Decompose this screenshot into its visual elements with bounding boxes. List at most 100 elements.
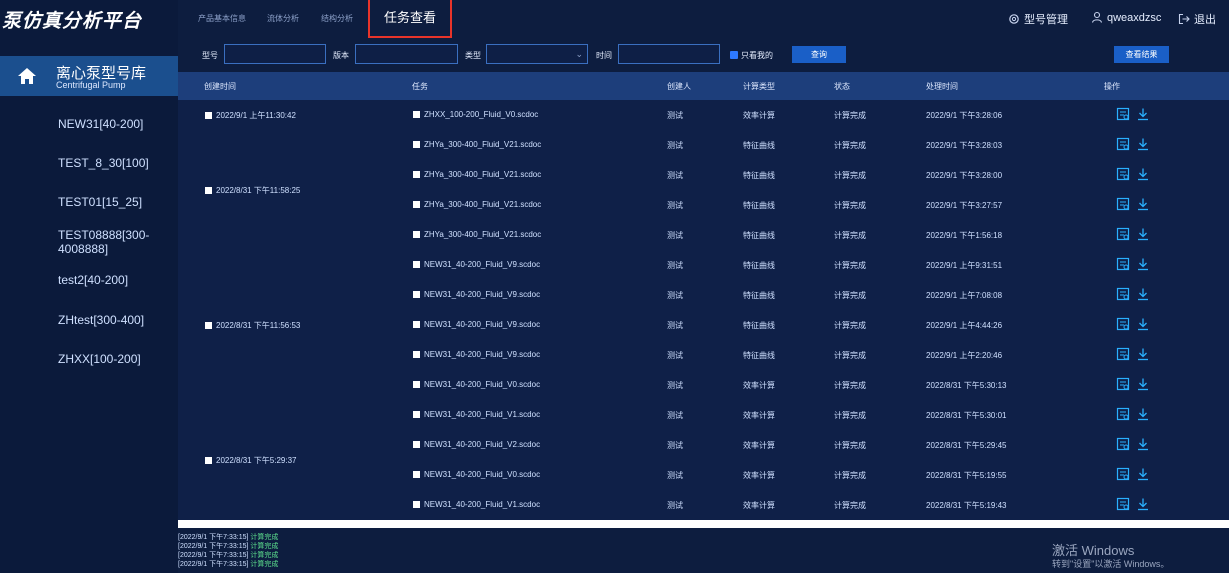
view-detail-icon[interactable] bbox=[1116, 167, 1130, 181]
task-checkbox[interactable] bbox=[413, 411, 420, 418]
model-filter-input[interactable] bbox=[224, 44, 326, 64]
log-line: [2022/9/1 下午7:33:15] 计算完成 bbox=[178, 559, 278, 569]
sidebar-library-header[interactable]: 离心泵型号库 Centrifugal Pump bbox=[0, 56, 178, 96]
table-row: NEW31_40-200_Fluid_V2.scdoc 测试 效率计算 计算完成 202… bbox=[178, 430, 1229, 460]
download-icon[interactable] bbox=[1136, 407, 1150, 421]
download-icon[interactable] bbox=[1136, 167, 1150, 181]
task-checkbox[interactable] bbox=[413, 201, 420, 208]
task-checkbox[interactable] bbox=[413, 141, 420, 148]
time-filter-input[interactable] bbox=[618, 44, 720, 64]
created-time-cell: 2022/8/31 下午11:58:25 bbox=[205, 185, 300, 196]
logout-button[interactable]: 退出 bbox=[1178, 11, 1216, 27]
calc-type-cell: 效率计算 bbox=[743, 500, 775, 511]
sidebar-item[interactable]: ZHXX[100-200] bbox=[58, 352, 176, 366]
model-filter-label: 型号 bbox=[202, 51, 218, 60]
view-result-button[interactable]: 查看结果 bbox=[1114, 46, 1169, 63]
user-icon bbox=[1091, 11, 1103, 23]
table-row: NEW31_40-200_Fluid_V9.scdoc 测试 特征曲线 计算完成 202… bbox=[178, 250, 1229, 280]
download-icon[interactable] bbox=[1136, 257, 1150, 271]
download-icon[interactable] bbox=[1136, 197, 1150, 211]
view-detail-icon[interactable] bbox=[1116, 497, 1130, 511]
task-checkbox[interactable] bbox=[413, 351, 420, 358]
logout-icon bbox=[1178, 13, 1190, 25]
view-detail-icon[interactable] bbox=[1116, 257, 1130, 271]
user-menu[interactable]: qweaxdzsc bbox=[1091, 11, 1161, 24]
group-checkbox[interactable] bbox=[205, 322, 212, 329]
task-name-cell: NEW31_40-200_Fluid_V2.scdoc bbox=[413, 440, 540, 449]
calc-type-cell-text: 特征曲线 bbox=[743, 261, 775, 270]
download-icon[interactable] bbox=[1136, 287, 1150, 301]
view-detail-icon[interactable] bbox=[1116, 287, 1130, 301]
status-cell: 计算完成 bbox=[834, 350, 866, 361]
task-checkbox[interactable] bbox=[413, 441, 420, 448]
view-detail-icon[interactable] bbox=[1116, 227, 1130, 241]
task-checkbox[interactable] bbox=[413, 321, 420, 328]
creator-cell-text: 测试 bbox=[667, 321, 683, 330]
model-management-label: 型号管理 bbox=[1024, 14, 1068, 26]
group-checkbox[interactable] bbox=[205, 112, 212, 119]
task-name-cell: ZHYa_300-400_Fluid_V21.scdoc bbox=[413, 200, 541, 209]
view-detail-icon[interactable] bbox=[1116, 197, 1130, 211]
panel-splitter[interactable] bbox=[178, 520, 1229, 528]
download-icon[interactable] bbox=[1136, 347, 1150, 361]
processed-time-cell: 2022/8/31 下午5:30:13 bbox=[926, 380, 1007, 391]
view-detail-icon[interactable] bbox=[1116, 467, 1130, 481]
status-cell: 计算完成 bbox=[834, 500, 866, 511]
task-checkbox[interactable] bbox=[413, 261, 420, 268]
download-icon[interactable] bbox=[1136, 437, 1150, 451]
sidebar-item[interactable]: ZHtest[300-400] bbox=[58, 313, 176, 327]
status-cell: 计算完成 bbox=[834, 470, 866, 481]
view-detail-icon[interactable] bbox=[1116, 377, 1130, 391]
query-button[interactable]: 查询 bbox=[792, 46, 846, 63]
download-icon[interactable] bbox=[1136, 107, 1150, 121]
download-icon[interactable] bbox=[1136, 467, 1150, 481]
sidebar-item[interactable]: TEST01[15_25] bbox=[58, 195, 176, 209]
view-detail-icon[interactable] bbox=[1116, 347, 1130, 361]
only-mine-checkbox[interactable] bbox=[730, 51, 738, 59]
download-icon[interactable] bbox=[1136, 317, 1150, 331]
view-detail-icon[interactable] bbox=[1116, 107, 1130, 121]
task-checkbox[interactable] bbox=[413, 501, 420, 508]
sidebar-item[interactable]: test2[40-200] bbox=[58, 273, 176, 287]
status-cell-text: 计算完成 bbox=[834, 291, 866, 300]
tab-structure-analysis[interactable]: 结构分析 bbox=[321, 13, 353, 24]
task-checkbox[interactable] bbox=[413, 291, 420, 298]
status-cell-text: 计算完成 bbox=[834, 381, 866, 390]
task-checkbox[interactable] bbox=[413, 171, 420, 178]
model-management-link[interactable]: 型号管理 bbox=[1008, 11, 1068, 27]
task-checkbox[interactable] bbox=[413, 471, 420, 478]
sidebar-item[interactable]: TEST08888[300-4008888] bbox=[58, 228, 176, 256]
task-name-cell: ZHYa_300-400_Fluid_V21.scdoc bbox=[413, 230, 541, 239]
calc-type-cell: 效率计算 bbox=[743, 470, 775, 481]
task-checkbox[interactable] bbox=[413, 381, 420, 388]
view-detail-icon[interactable] bbox=[1116, 137, 1130, 151]
task-checkbox[interactable] bbox=[413, 231, 420, 238]
view-detail-icon[interactable] bbox=[1116, 407, 1130, 421]
task-name-cell: NEW31_40-200_Fluid_V9.scdoc bbox=[413, 320, 540, 329]
sidebar-item[interactable]: NEW31[40-200] bbox=[58, 117, 176, 131]
download-icon[interactable] bbox=[1136, 137, 1150, 151]
status-cell-text: 计算完成 bbox=[834, 231, 866, 240]
type-filter-select[interactable]: ⌄ bbox=[486, 44, 588, 64]
status-cell-text: 计算完成 bbox=[834, 261, 866, 270]
view-detail-icon[interactable] bbox=[1116, 317, 1130, 331]
version-filter-input[interactable] bbox=[355, 44, 458, 64]
tab-fluid-analysis[interactable]: 流体分析 bbox=[267, 13, 299, 24]
download-icon[interactable] bbox=[1136, 227, 1150, 241]
processed-time-cell-text: 2022/8/31 下午5:19:55 bbox=[926, 471, 1007, 480]
tab-task-view[interactable]: 任务查看 bbox=[368, 0, 452, 38]
view-detail-icon[interactable] bbox=[1116, 437, 1130, 451]
group-checkbox[interactable] bbox=[205, 187, 212, 194]
download-icon[interactable] bbox=[1136, 497, 1150, 511]
task-name-cell: NEW31_40-200_Fluid_V0.scdoc bbox=[413, 470, 540, 479]
group-checkbox[interactable] bbox=[205, 457, 212, 464]
sidebar-item[interactable]: TEST_8_30[100] bbox=[58, 156, 176, 170]
creator-cell-text: 测试 bbox=[667, 501, 683, 510]
task-name: NEW31_40-200_Fluid_V9.scdoc bbox=[424, 260, 541, 269]
created-time: 2022/8/31 下午11:58:25 bbox=[216, 186, 301, 195]
calc-type-cell: 特征曲线 bbox=[743, 260, 775, 271]
task-checkbox[interactable] bbox=[413, 111, 420, 118]
creator-cell: 测试 bbox=[667, 470, 683, 481]
tab-product-info[interactable]: 产品基本信息 bbox=[198, 13, 246, 24]
download-icon[interactable] bbox=[1136, 377, 1150, 391]
